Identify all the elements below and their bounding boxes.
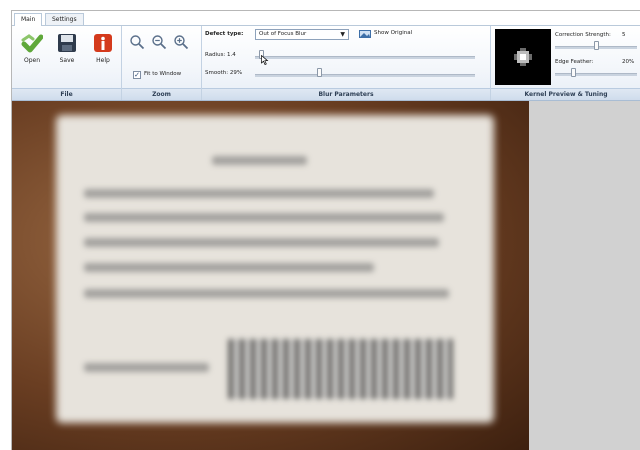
zoom-group: ✓ Fit to Window Zoom (122, 26, 202, 100)
chevron-down-icon: ▼ (340, 31, 345, 38)
image-canvas[interactable] (12, 101, 640, 450)
zoom-out-icon[interactable] (151, 34, 167, 50)
file-group-label: File (12, 88, 121, 100)
floppy-disk-icon (58, 34, 76, 52)
file-group: Open Save Help File (12, 26, 122, 100)
blur-parameters-group-label: Blur Parameters (202, 88, 490, 100)
correction-strength-slider-thumb[interactable] (594, 41, 599, 50)
edge-feather-value: 20% (622, 59, 635, 65)
kernel-group-label: Kernel Preview & Tuning (491, 88, 640, 100)
ribbon-tab-bar: Main Settings (12, 11, 640, 26)
tab-settings[interactable]: Settings (45, 13, 84, 25)
open-check-icon (21, 34, 43, 53)
app-window: Main Settings Open Save Help File ✓ Fit … (11, 10, 640, 450)
defect-type-value: Out of Focus Blur (259, 31, 307, 37)
edge-feather-label: Edge Feather: (555, 59, 594, 65)
fit-to-window-label: Fit to Window (144, 71, 182, 77)
image-icon (359, 30, 371, 38)
open-label: Open (23, 57, 41, 64)
kernel-preview-image (514, 48, 532, 66)
zoom-group-label: Zoom (122, 88, 201, 100)
kernel-group: Correction Strength: 5 Edge Feather: 20%… (491, 26, 640, 100)
blurred-document-text (12, 101, 529, 450)
radius-label: Radius: 1.4 (205, 52, 236, 58)
smooth-slider[interactable] (255, 74, 475, 77)
ribbon: Open Save Help File ✓ Fit to Window Zoom… (12, 26, 640, 101)
edge-feather-slider-thumb[interactable] (571, 68, 576, 77)
info-icon (94, 34, 112, 52)
save-button[interactable]: Save (53, 32, 81, 72)
defect-type-label: Defect type: (205, 31, 244, 37)
fit-to-window-checkbox[interactable]: ✓ (133, 71, 141, 79)
open-button[interactable]: Open (18, 32, 46, 72)
radius-slider[interactable] (255, 56, 475, 59)
smooth-slider-thumb[interactable] (317, 68, 322, 77)
correction-strength-label: Correction Strength: (555, 32, 611, 38)
smooth-label: Smooth: 29% (205, 70, 243, 76)
help-button[interactable]: Help (89, 32, 117, 72)
zoom-icon[interactable] (129, 34, 145, 50)
defect-type-select[interactable]: Out of Focus Blur ▼ (255, 29, 349, 40)
edge-feather-slider[interactable] (555, 73, 637, 76)
cursor-arrow-icon (261, 55, 269, 65)
tab-main[interactable]: Main (14, 13, 43, 26)
help-label: Help (96, 57, 110, 64)
show-original-button[interactable]: Show Original (374, 30, 412, 36)
correction-strength-value: 5 (622, 32, 626, 38)
blur-parameters-group: Defect type: Out of Focus Blur ▼ Show Or… (202, 26, 491, 100)
zoom-in-icon[interactable] (173, 34, 189, 50)
blurred-photo (12, 101, 529, 450)
kernel-preview (495, 29, 551, 85)
save-label: Save (59, 57, 75, 64)
